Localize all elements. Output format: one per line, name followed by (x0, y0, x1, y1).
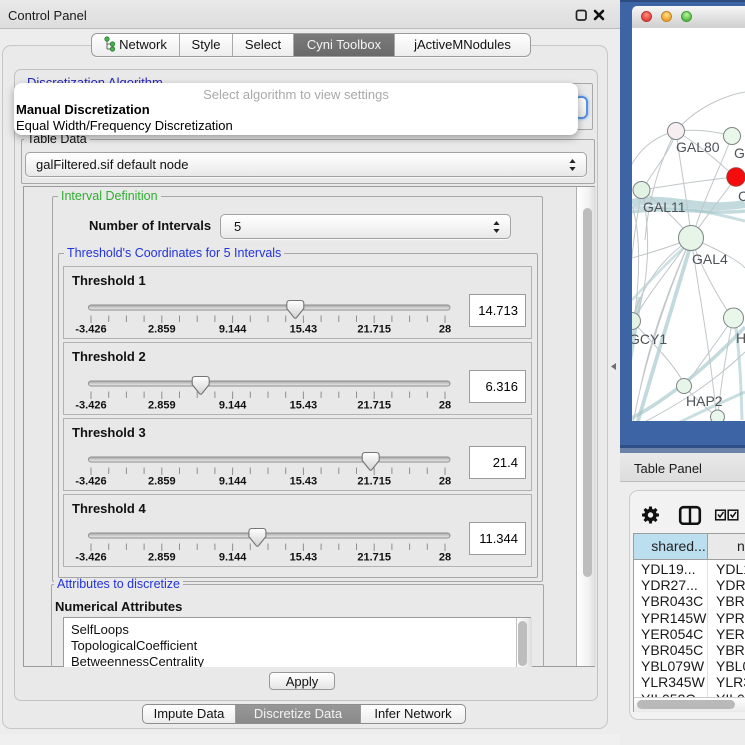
svg-text:-3.426: -3.426 (75, 552, 106, 564)
svg-text:GAL11: GAL11 (643, 199, 686, 215)
svg-text:28: 28 (439, 476, 451, 488)
svg-text:28: 28 (439, 400, 451, 412)
svg-text:-3.426: -3.426 (75, 476, 106, 488)
svg-text:28: 28 (439, 324, 451, 336)
svg-text:21.715: 21.715 (357, 476, 391, 488)
svg-text:2.859: 2.859 (148, 552, 176, 564)
svg-text:CA: CA (738, 188, 745, 204)
svg-text:HAP2: HAP2 (686, 393, 723, 409)
svg-text:21.715: 21.715 (357, 400, 391, 412)
svg-text:15.43: 15.43 (290, 552, 318, 564)
svg-text:-3.426: -3.426 (75, 400, 106, 412)
svg-text:9.144: 9.144 (219, 552, 247, 564)
svg-text:-3.426: -3.426 (75, 324, 106, 336)
svg-text:9.144: 9.144 (219, 476, 247, 488)
svg-text:9.144: 9.144 (219, 400, 247, 412)
svg-text:21.715: 21.715 (357, 324, 391, 336)
svg-text:GCY1: GCY1 (632, 331, 667, 347)
svg-text:2.859: 2.859 (148, 324, 176, 336)
svg-text:15.43: 15.43 (290, 324, 318, 336)
svg-text:GAL4: GAL4 (692, 251, 728, 267)
svg-text:2.859: 2.859 (148, 476, 176, 488)
svg-text:15.43: 15.43 (290, 400, 318, 412)
svg-text:9.144: 9.144 (219, 324, 247, 336)
svg-text:GA: GA (734, 145, 745, 161)
svg-text:15.43: 15.43 (290, 476, 318, 488)
svg-text:HI: HI (736, 330, 745, 346)
svg-text:28: 28 (439, 552, 451, 564)
svg-text:GAL80: GAL80 (676, 139, 720, 155)
svg-text:21.715: 21.715 (357, 552, 391, 564)
svg-text:2.859: 2.859 (148, 400, 176, 412)
